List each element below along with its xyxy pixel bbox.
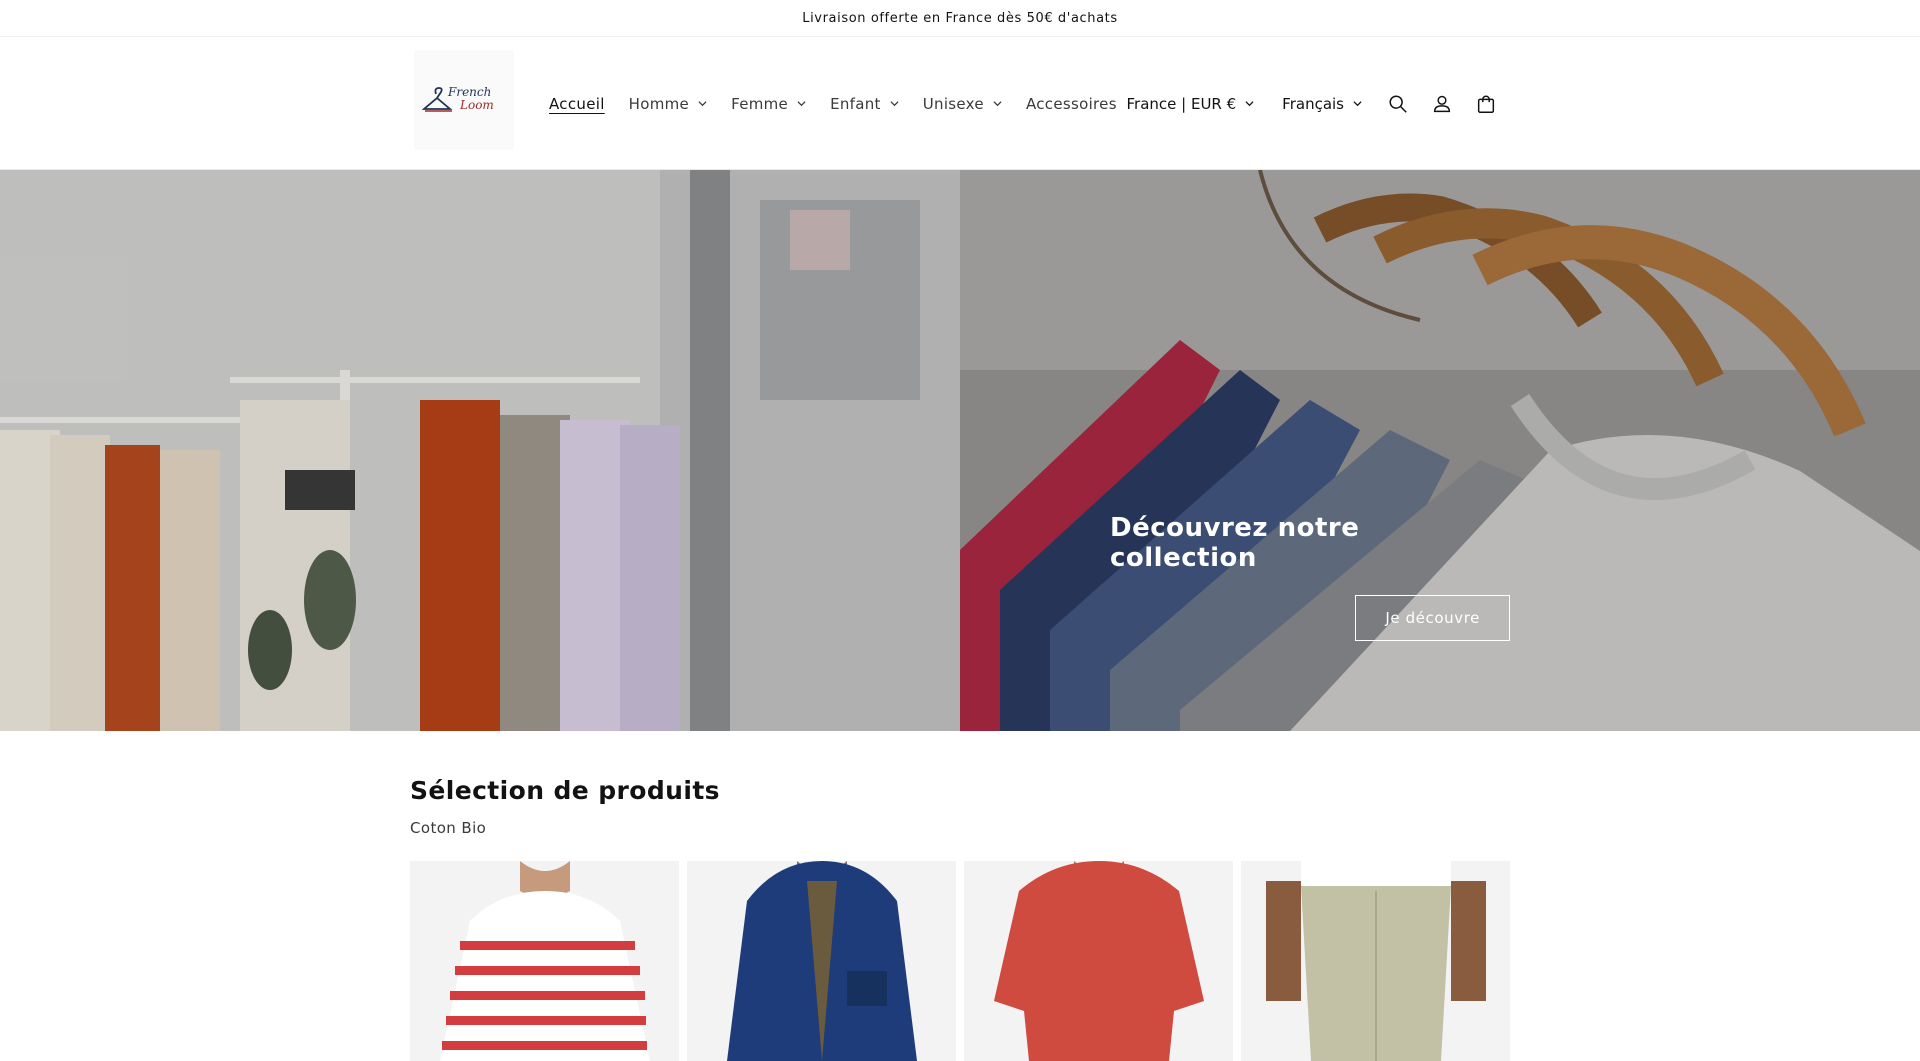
- product-card-navy-jacket[interactable]: [687, 861, 956, 1061]
- hero-image-clothing-rack: [0, 170, 960, 731]
- product-image: [1241, 861, 1510, 1061]
- nav-item-unisexe[interactable]: Unisexe: [923, 95, 1002, 113]
- hero-banner: Découvrez notre collection Je découvre: [0, 170, 1920, 731]
- main-nav: Accueil Homme Femme Enfant Unisexe Acces…: [549, 37, 1141, 170]
- product-image: [410, 861, 679, 1061]
- product-card-beige-chino[interactable]: [1241, 861, 1510, 1061]
- nav-item-label: Femme: [731, 94, 789, 113]
- country-currency-label: France | EUR €: [1126, 94, 1237, 113]
- chevron-down-icon: [1245, 99, 1254, 108]
- nav-item-label: Accessoires: [1025, 94, 1117, 113]
- nav-item-accueil[interactable]: Accueil: [549, 95, 605, 113]
- nav-item-label: Unisexe: [922, 94, 984, 113]
- nav-item-label: Enfant: [830, 94, 881, 113]
- nav-item-accessoires[interactable]: Accessoires: [1026, 95, 1117, 113]
- nav-item-homme[interactable]: Homme: [629, 95, 707, 113]
- product-grid: [410, 861, 1510, 1061]
- chevron-down-icon: [1353, 99, 1362, 108]
- logo-text-line2: Loom: [459, 98, 494, 112]
- nav-item-label: Accueil: [549, 94, 605, 113]
- header-utilities: France | EUR € Français: [1127, 37, 1509, 170]
- nav-item-femme[interactable]: Femme: [731, 95, 806, 113]
- product-card-red-tshirt[interactable]: [964, 861, 1233, 1061]
- site-header: French Loom Accueil Homme Femme Enfant U…: [0, 37, 1920, 170]
- product-image: [687, 861, 956, 1061]
- cart-icon: [1477, 95, 1495, 113]
- account-button[interactable]: [1420, 82, 1464, 126]
- section-title: Sélection de produits: [410, 776, 720, 805]
- section-subtitle: Coton Bio: [410, 819, 487, 837]
- hanger-logo-icon: French Loom: [422, 85, 494, 112]
- chevron-down-icon: [698, 99, 707, 108]
- announcement-bar: Livraison offerte en France dès 50€ d'ac…: [0, 0, 1920, 37]
- search-button[interactable]: [1376, 82, 1420, 126]
- product-card-striped-tshirt[interactable]: [410, 861, 679, 1061]
- language-label: Français: [1282, 94, 1344, 113]
- cart-button[interactable]: [1464, 82, 1508, 126]
- nav-item-enfant[interactable]: Enfant: [830, 95, 899, 113]
- announcement-text: Livraison offerte en France dès 50€ d'ac…: [802, 10, 1118, 26]
- search-icon: [1389, 94, 1407, 113]
- chevron-down-icon: [797, 99, 806, 108]
- nav-item-label: Homme: [628, 94, 690, 113]
- product-image: [964, 861, 1233, 1061]
- hero-heading: Découvrez notre collection: [1110, 513, 1360, 573]
- country-currency-selector[interactable]: France | EUR €: [1127, 95, 1255, 113]
- language-selector[interactable]: Français: [1282, 95, 1362, 113]
- hero-image-tshirts-on-hangers: [960, 170, 1920, 731]
- brand-logo[interactable]: French Loom: [414, 50, 514, 150]
- hero-content: Découvrez notre collection Je découvre: [1110, 513, 1510, 641]
- discover-button[interactable]: Je découvre: [1355, 595, 1510, 641]
- featured-products: Sélection de produits Coton Bio: [410, 731, 1510, 1061]
- chevron-down-icon: [890, 99, 899, 108]
- logo-text-line1: French: [447, 85, 491, 99]
- account-icon: [1433, 95, 1451, 112]
- chevron-down-icon: [993, 99, 1002, 108]
